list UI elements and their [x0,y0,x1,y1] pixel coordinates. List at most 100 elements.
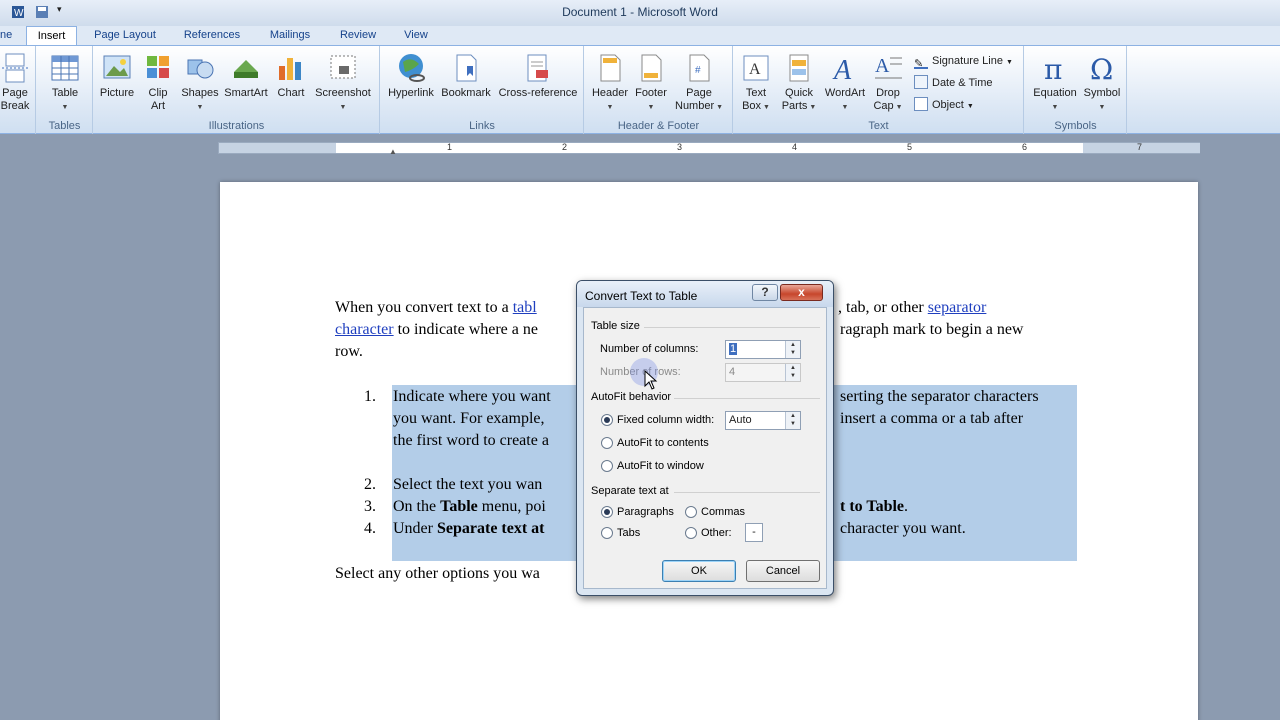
wordart-button[interactable]: A WordArt ▼ [822,52,868,114]
header-button[interactable]: Header ▼ [589,52,631,114]
screenshot-button[interactable]: Screenshot ▼ [312,52,374,114]
list-bold-text: t to Table [840,498,905,515]
fixed-width-radio[interactable] [601,414,613,426]
page-break-label-2: Break [0,100,30,112]
symbol-dropdown-icon: ▼ [1098,104,1106,111]
quick-parts-label-1: Quick [784,87,814,99]
clip-art-button[interactable]: Clip Art [144,52,172,113]
fixed-width-spinner[interactable]: Auto ▲ ▼ [725,411,801,430]
close-button[interactable]: x [780,284,823,301]
list-text: Under [393,520,437,537]
separator-link[interactable]: separator [928,299,987,316]
spin-down-icon[interactable]: ▼ [786,349,800,357]
list-item-3: On the Table menu, poi [393,496,546,518]
table-link[interactable]: tabl [513,299,537,316]
section-divider [674,492,820,493]
bookmark-button[interactable]: Bookmark [439,52,493,100]
dialog-titlebar[interactable]: Convert Text to Table ? x [577,281,833,307]
group-illustrations: Picture Clip Art Shapes ▼ SmartArt Chart [94,46,380,134]
drop-cap-dropdown-icon: ▼ [893,104,903,111]
equation-button[interactable]: π Equation ▼ [1029,52,1081,114]
tabs-radio[interactable] [601,527,613,539]
text-box-dropdown-icon: ▼ [761,104,770,111]
page-break-button[interactable]: Page Break [0,52,30,113]
page-number-button[interactable]: # Page Number ▼ [673,52,725,114]
list-number: 4. [364,520,376,537]
tab-insert[interactable]: Insert [26,26,77,46]
spin-down-icon[interactable]: ▼ [786,420,800,428]
horizontal-ruler[interactable]: 1 2 3 4 5 6 7 ▲ [218,142,1200,156]
tab-review[interactable]: Review [332,26,384,46]
table-icon [51,55,79,81]
other-radio[interactable] [685,527,697,539]
symbol-button[interactable]: Ω Symbol ▼ [1081,52,1123,114]
date-time-button[interactable]: Date & Time [914,74,993,92]
shapes-label: Shapes [181,87,219,99]
intro-text: , tab, or other [838,299,928,316]
num-columns-spinner[interactable]: 1 ▲ ▼ [725,340,801,359]
num-rows-spinner: 4 ▲ ▼ [725,363,801,382]
intro-text: When you convert text to a [335,299,513,316]
picture-button[interactable]: Picture [96,52,138,100]
footer-label: Footer [635,87,667,99]
omega-icon: Ω [1090,53,1113,84]
header-dropdown-icon: ▼ [606,104,614,111]
fixed-width-label[interactable]: Fixed column width: [617,414,714,426]
num-columns-spin-arrows[interactable]: ▲ ▼ [785,341,800,358]
tab-mailings[interactable]: Mailings [258,26,322,46]
table-label: Table [51,87,79,99]
cancel-button[interactable]: Cancel [746,560,820,582]
commas-label[interactable]: Commas [701,506,745,518]
drop-cap-button[interactable]: A Drop Cap ▼ [870,52,906,114]
cross-reference-button[interactable]: Cross-reference [495,52,581,100]
chart-button[interactable]: Chart [274,52,308,100]
group-label-text: Text [868,120,889,132]
paragraphs-radio[interactable] [601,506,613,518]
header-icon [600,54,621,82]
tab-view[interactable]: View [396,26,436,46]
drop-cap-label-1: Drop [876,87,900,99]
tabs-label[interactable]: Tabs [617,527,640,539]
autofit-window-label[interactable]: AutoFit to window [617,460,704,472]
other-separator-input[interactable]: - [745,523,763,542]
fixed-width-spin-arrows[interactable]: ▲ ▼ [785,412,800,429]
ruler-number: 1 [447,142,453,152]
drop-cap-label-2: Cap [873,100,894,112]
shapes-button[interactable]: Shapes ▼ [180,52,220,114]
bookmark-icon [456,54,477,82]
list-item-2: Select the text you wan [393,476,543,493]
smartart-button[interactable]: SmartArt [222,52,270,100]
help-button[interactable]: ? [752,284,778,301]
section-divider [674,398,820,399]
autofit-window-radio[interactable] [601,460,613,472]
other-label[interactable]: Other: [701,527,732,539]
tab-home[interactable]: ne [0,26,12,46]
autofit-contents-radio[interactable] [601,437,613,449]
ribbon: Page Break Table ▼ Tables Picture Clip Ar… [0,45,1280,134]
character-link[interactable]: character [335,321,394,338]
quick-parts-button[interactable]: Quick Parts ▼ [778,52,820,114]
tab-references[interactable]: References [175,26,249,46]
footer-button[interactable]: Footer ▼ [631,52,671,114]
spin-up-icon[interactable]: ▲ [786,412,800,420]
hyperlink-button[interactable]: Hyperlink [385,52,437,100]
indent-marker-icon[interactable]: ▲ [389,147,397,156]
list-item-1-line-3: the first word to create a [393,432,549,449]
text-box-button[interactable]: A Text Box ▼ [738,52,774,114]
signature-line-button[interactable]: ✎ Signature Line ▼ [914,52,1013,70]
list-item-4-right: character you want. [840,520,966,537]
cross-reference-icon [527,54,548,82]
commas-radio[interactable] [685,506,697,518]
object-button[interactable]: Object ▼ [914,96,974,114]
equation-dropdown-icon: ▼ [1051,104,1059,111]
paragraphs-label[interactable]: Paragraphs [617,506,674,518]
quick-parts-dropdown-icon: ▼ [807,104,817,111]
num-rows-spin-arrows: ▲ ▼ [785,364,800,381]
autofit-contents-label[interactable]: AutoFit to contents [617,437,709,449]
table-button[interactable]: Table ▼ [47,52,83,114]
page-break-label-1: Page [2,87,28,99]
tab-page-layout[interactable]: Page Layout [86,26,164,46]
ok-button[interactable]: OK [662,560,736,582]
screenshot-icon [330,55,356,79]
spin-up-icon[interactable]: ▲ [786,341,800,349]
